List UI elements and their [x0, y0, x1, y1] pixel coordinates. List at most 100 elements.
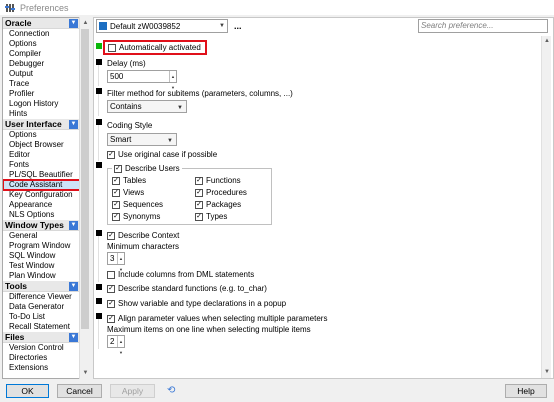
max-items-stepper[interactable]: 2 ▲ ▼ [107, 335, 125, 355]
search-preference-field[interactable] [418, 19, 548, 33]
sidebar-item-version-control[interactable]: Version Control [3, 343, 80, 353]
types-checkbox[interactable]: ✓ Types [195, 212, 227, 221]
functions-checkbox[interactable]: ✓ Functions [195, 176, 241, 185]
sidebar-item-recall-statement[interactable]: Recall Statement [3, 322, 80, 332]
sidebar-item-general[interactable]: General [3, 231, 80, 241]
sidebar-item-options[interactable]: Options [3, 39, 80, 49]
sidebar-item-trace[interactable]: Trace [3, 79, 80, 89]
profile-options-button[interactable]: ... [234, 21, 242, 31]
sidebar-item-fonts[interactable]: Fonts [3, 160, 80, 170]
checkbox-box[interactable]: ✓ [107, 314, 115, 323]
ok-button[interactable]: OK [6, 384, 49, 398]
content-scrollbar[interactable]: ▲ ▼ [541, 36, 551, 378]
checkbox-box[interactable]: ✓ [112, 176, 120, 185]
sidebar-group-oracle[interactable]: Oracle ▼ [3, 18, 80, 29]
sidebar-item-editor[interactable]: Editor [3, 150, 80, 160]
sidebar-item-profiler[interactable]: Profiler [3, 89, 80, 99]
auto-activated-checkbox[interactable]: Automatically activated [103, 40, 207, 55]
preferences-icon [5, 3, 15, 13]
refresh-icon[interactable]: ⟲ [167, 385, 175, 396]
sequences-checkbox[interactable]: ✓ Sequences [112, 200, 163, 209]
profile-select[interactable]: Default zW0039852 ▼ [96, 19, 228, 33]
scroll-up-icon[interactable]: ▲ [543, 37, 551, 45]
procedures-checkbox[interactable]: ✓ Procedures [195, 188, 247, 197]
checkbox-box[interactable] [107, 270, 115, 279]
dml-columns-checkbox[interactable]: Include columns from DML statements [107, 270, 254, 279]
coding-style-select[interactable]: Smart ▼ [107, 133, 177, 146]
checkbox-box[interactable]: ✓ [112, 200, 120, 209]
describe-context-checkbox[interactable]: ✓ Describe Context [107, 231, 179, 240]
section-delay: Delay (ms) 500 ▲ ▼ [96, 59, 540, 90]
delay-stepper[interactable]: 500 ▲ ▼ [107, 70, 177, 90]
sidebar-item-directories[interactable]: Directories [3, 353, 80, 363]
sidebar-group-user-interface[interactable]: User Interface ▼ [3, 119, 80, 130]
checkbox-box[interactable]: ✓ [107, 299, 115, 308]
stepper-buttons[interactable]: ▲ ▼ [169, 71, 176, 90]
checkbox-box[interactable]: ✓ [195, 188, 203, 197]
scroll-up-icon[interactable]: ▲ [81, 18, 90, 27]
checkbox-box[interactable]: ✓ [195, 212, 203, 221]
checkbox-box[interactable]: ✓ [112, 188, 120, 197]
sidebar-item-sql-window[interactable]: SQL Window [3, 251, 80, 261]
sidebar-group-files[interactable]: Files ▼ [3, 332, 80, 343]
sidebar-group-label: User Interface [5, 119, 62, 129]
sidebar-item-options[interactable]: Options [3, 130, 80, 140]
sidebar-item-nls-options[interactable]: NLS Options [3, 210, 80, 220]
help-button[interactable]: Help [505, 384, 547, 398]
checkbox-box[interactable]: ✓ [112, 212, 120, 221]
sidebar-scrollbar[interactable]: ▲ ▼ [79, 17, 90, 379]
sidebar-item-compiler[interactable]: Compiler [3, 49, 80, 59]
chevron-down-icon[interactable]: ▼ [69, 19, 78, 28]
sidebar-item-program-window[interactable]: Program Window [3, 241, 80, 251]
checkbox-box[interactable]: ✓ [195, 176, 203, 185]
checkbox-box[interactable]: ✓ [114, 164, 122, 173]
sidebar-item-code-assistant[interactable]: Code Assistant [3, 179, 81, 191]
chevron-down-icon[interactable]: ▼ [69, 221, 78, 230]
sidebar-item-hints[interactable]: Hints [3, 109, 80, 119]
search-input[interactable] [421, 21, 541, 30]
sidebar-item-to-do-list[interactable]: To-Do List [3, 312, 80, 322]
sidebar-item-difference-viewer[interactable]: Difference Viewer [3, 292, 80, 302]
checkbox-box[interactable]: ✓ [107, 284, 115, 293]
sidebar-group-tools[interactable]: Tools ▼ [3, 281, 80, 292]
checkbox-box[interactable]: ✓ [107, 231, 115, 240]
sidebar-item-object-browser[interactable]: Object Browser [3, 140, 80, 150]
align-params-checkbox[interactable]: ✓ Align parameter values when selecting … [107, 314, 327, 323]
filter-method-select[interactable]: Contains ▼ [107, 100, 187, 113]
original-case-checkbox[interactable]: ✓ Use original case if possible [107, 150, 217, 159]
sidebar-item-output[interactable]: Output [3, 69, 80, 79]
chevron-down-icon[interactable]: ▼ [69, 282, 78, 291]
views-checkbox[interactable]: ✓ Views [112, 188, 144, 197]
checkbox-box[interactable]: ✓ [107, 150, 115, 159]
cancel-button[interactable]: Cancel [57, 384, 102, 398]
sidebar-item-pl-sql-beautifier[interactable]: PL/SQL Beautifier [3, 170, 80, 180]
sidebar-item-extensions[interactable]: Extensions [3, 363, 80, 373]
scroll-down-icon[interactable]: ▼ [543, 368, 551, 376]
scroll-thumb[interactable] [81, 29, 89, 329]
describe-std-functions-checkbox[interactable]: ✓ Describe standard functions (e.g. to_c… [107, 284, 267, 293]
sidebar-item-plan-window[interactable]: Plan Window [3, 271, 80, 281]
sidebar-group-window-types[interactable]: Window Types ▼ [3, 220, 80, 231]
sidebar-item-key-configuration[interactable]: Key Configuration [3, 190, 80, 200]
sidebar-item-logon-history[interactable]: Logon History [3, 99, 80, 109]
tables-checkbox[interactable]: ✓ Tables [112, 176, 146, 185]
sidebar-item-data-generator[interactable]: Data Generator [3, 302, 80, 312]
scroll-down-icon[interactable]: ▼ [81, 368, 90, 377]
sidebar-item-test-window[interactable]: Test Window [3, 261, 80, 271]
show-vars-checkbox[interactable]: ✓ Show variable and type declarations in… [107, 299, 286, 308]
checkbox-box[interactable] [108, 43, 116, 52]
sidebar-item-appearance[interactable]: Appearance [3, 200, 80, 210]
filter-method-label: Filter method for subitems (parameters, … [107, 89, 293, 98]
stepper-buttons[interactable]: ▲ ▼ [117, 253, 124, 272]
packages-checkbox[interactable]: ✓ Packages [195, 200, 241, 209]
chevron-down-icon[interactable]: ▼ [69, 333, 78, 342]
synonyms-checkbox[interactable]: ✓ Synonyms [112, 212, 160, 221]
checkbox-box[interactable]: ✓ [195, 200, 203, 209]
stepper-buttons[interactable]: ▲ ▼ [117, 336, 124, 355]
sidebar-item-debugger[interactable]: Debugger [3, 59, 80, 69]
min-chars-stepper[interactable]: 3 ▲ ▼ [107, 252, 125, 272]
sidebar-item-connection[interactable]: Connection [3, 29, 80, 39]
chevron-down-icon[interactable]: ▼ [69, 120, 78, 129]
apply-button[interactable]: Apply [110, 384, 155, 398]
describe-users-checkbox[interactable]: ✓ Describe Users [112, 164, 182, 173]
